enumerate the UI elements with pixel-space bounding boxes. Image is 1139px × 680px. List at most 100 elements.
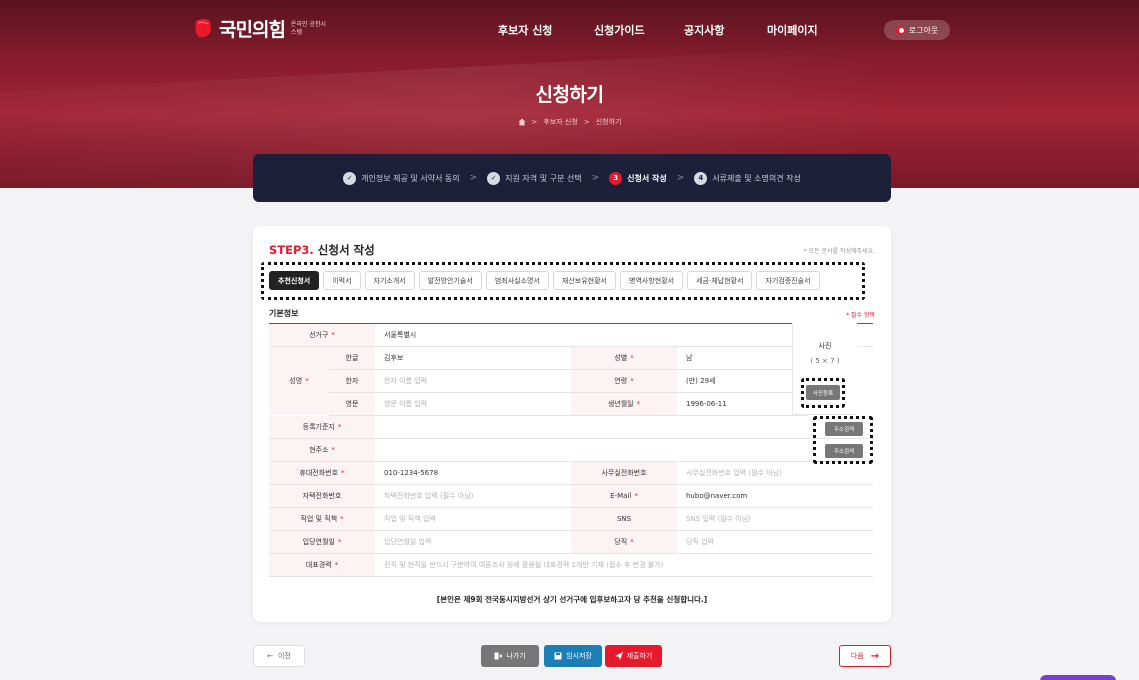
save-label: 임시저장: [566, 652, 592, 660]
document-tabs: 추천신청서 이력서 자기소개서 발전방안기술서 범죄사실소명서 재산보유현황서 …: [269, 271, 820, 290]
form-row-english: 영문 영문 이름 입력 생년월일 * 1996-06-11: [329, 393, 808, 416]
registered-label: 등록기준지 *: [269, 416, 375, 438]
form-row-address: 현주소 *: [269, 439, 873, 462]
step-number-badge: 4: [694, 171, 708, 185]
section-title: 기본정보: [269, 309, 299, 318]
step-label: 지원 자격 및 구분 선택: [505, 173, 582, 183]
office-input[interactable]: 사무실전화번호 입력 (필수 아님): [677, 462, 873, 484]
party-date-input[interactable]: 입당연월일 입력: [375, 531, 571, 553]
current-address-search-button[interactable]: 주소검색: [825, 444, 863, 458]
page-title: 신청하기: [535, 84, 604, 106]
site-logo[interactable]: 국민의힘 온라인 공천시스템: [193, 15, 331, 42]
declaration-text: [본인은 제9회 전국동시지방선거 상기 선거구에 입후보하고자 당 추천을 신…: [436, 595, 708, 604]
photo-size: ( 5 × 7 ): [810, 357, 840, 365]
tab-military[interactable]: 병역사항현황서: [620, 271, 684, 290]
photo-register-button[interactable]: 사진등록: [806, 385, 840, 400]
age-label: 연령 *: [571, 370, 677, 392]
sns-input[interactable]: SNS 입력 (필수 아님): [677, 508, 873, 530]
card-title: STEP3. 신청서 작성: [269, 242, 375, 258]
step-prefix: STEP3.: [269, 243, 314, 257]
hanja-input[interactable]: 한자 이름 입력: [375, 370, 571, 392]
tab-development-plan[interactable]: 발전방안기술서: [418, 271, 482, 290]
form-row-home: 자택전화번호 자택전화번호 입력 (필수 아님) E-Mail * hubo@na…: [269, 485, 873, 508]
application-card: STEP3. 신청서 작성 * 모든 문서를 작성해주세요. 추천신청서 이력서…: [253, 226, 891, 622]
chevron-right-icon: >: [469, 173, 478, 183]
tab-tax[interactable]: 세금·체납현황서: [687, 271, 753, 290]
submit-label: 제출하기: [626, 652, 653, 660]
form-row-hanja: 한자 한자 이름 입력 연령 * (만) 29세: [329, 370, 808, 393]
address-input[interactable]: [375, 439, 795, 461]
step-2: ✓ 지원 자격 및 구분 선택: [487, 171, 582, 185]
birth-value[interactable]: 1996-06-11: [677, 393, 808, 415]
name-label: 성명 *: [269, 347, 329, 415]
nav-notice[interactable]: 공지사항: [684, 22, 724, 38]
logo-subtitle: 온라인 공천시스템: [290, 20, 326, 36]
submit-button[interactable]: 제출하기: [605, 645, 662, 667]
step-label: 개인정보 제공 및 서약서 동의: [361, 173, 460, 183]
career-input[interactable]: 전직 및 현직을 반드시 구분하여 여론조사 등에 활용될 대표경력 1개만 기…: [375, 554, 873, 576]
nav-mypage[interactable]: 마이페이지: [767, 22, 818, 38]
breadcrumb-item[interactable]: 후보자 신청: [543, 117, 577, 127]
hangul-input[interactable]: 김후보: [375, 347, 571, 369]
form-row-party: 입당연월일 * 입당연월일 입력 당직 * 당직 입력: [269, 531, 873, 554]
english-label: 영문: [329, 393, 375, 415]
job-input[interactable]: 직업 및 직책 입력: [375, 508, 571, 530]
office-label: 사무실전화번호: [571, 462, 677, 484]
logout-label: 로그아웃: [908, 25, 939, 35]
party-role-input[interactable]: 당직 입력: [677, 531, 873, 553]
party-date-label: 입당연월일 *: [269, 531, 375, 553]
floating-chat-button[interactable]: [1040, 675, 1116, 680]
form-row-job: 직업 및 직책 * 직업 및 직책 입력 SNS SNS 입력 (필수 아님): [269, 508, 873, 531]
step-progress-bar: ✓ 개인정보 제공 및 서약서 동의 > ✓ 지원 자격 및 구분 선택 > 3…: [253, 154, 891, 202]
hanja-label: 한자: [329, 370, 375, 392]
tab-resume[interactable]: 이력서: [323, 271, 361, 290]
step-label: 신청서 작성: [627, 173, 667, 183]
english-input[interactable]: 영문 이름 입력: [375, 393, 571, 415]
arrow-left-icon: ←: [267, 652, 273, 660]
next-label: 다음: [850, 652, 864, 660]
temp-save-button[interactable]: 임시저장: [544, 645, 602, 667]
logout-button[interactable]: 로그아웃: [884, 20, 950, 40]
exit-button[interactable]: 나가기: [481, 645, 539, 667]
mobile-label: 휴대전화번호 *: [269, 462, 375, 484]
card-title-text: 신청서 작성: [313, 243, 375, 257]
chevron-right-icon: >: [676, 173, 685, 183]
tab-crime-explanation[interactable]: 범죄사실소명서: [485, 271, 549, 290]
tab-self-intro[interactable]: 자기소개서: [364, 271, 415, 290]
form-row-hangul: 한글 김후보 성별 * 남: [329, 347, 808, 370]
tab-self-verification[interactable]: 자기검증진술서: [756, 271, 820, 290]
next-button[interactable]: 다음 →: [839, 645, 891, 667]
mobile-input[interactable]: 010-1234-5678: [375, 462, 571, 484]
step-3: 3 신청서 작성: [609, 171, 667, 185]
gender-label: 성별 *: [571, 347, 677, 369]
email-input[interactable]: hubo@naver.com: [677, 485, 873, 507]
check-icon: ✓: [343, 171, 357, 185]
sns-label: SNS: [571, 508, 677, 530]
district-value[interactable]: 서울특별시: [375, 324, 808, 346]
home-input[interactable]: 자택전화번호 입력 (필수 아님): [375, 485, 571, 507]
nav-candidate-apply[interactable]: 후보자 신청: [498, 22, 552, 38]
basic-info-form: 선거구 * 서울특별시 성명 * 한글 김후보 성별 * 남 한자 한자 이름 입력 …: [269, 323, 873, 577]
card-note: * 모든 문서를 작성해주세요.: [803, 248, 875, 255]
tab-assets[interactable]: 재산보유현황서: [552, 271, 617, 290]
step-label: 서류제출 및 소명의견 작성: [712, 173, 801, 183]
save-icon: [554, 652, 562, 660]
form-row-district: 선거구 * 서울특별시: [269, 324, 873, 347]
registered-address-search-button[interactable]: 주소검색: [825, 422, 863, 436]
tab-recommendation[interactable]: 추천신청서: [269, 271, 320, 290]
gender-value[interactable]: 남: [677, 347, 808, 369]
chevron-right-icon: >: [583, 118, 590, 126]
home-icon[interactable]: [518, 118, 526, 126]
required-note: * 필수 항목: [846, 312, 875, 319]
party-role-label: 당직 *: [571, 531, 677, 553]
registered-input[interactable]: [375, 416, 795, 438]
prev-button[interactable]: ← 이전: [253, 645, 305, 667]
step-number-badge: 3: [609, 171, 623, 185]
exit-label: 나가기: [506, 652, 526, 660]
logo-title: 국민의힘: [219, 19, 286, 41]
breadcrumb: > 후보자 신청 > 신청하기: [0, 117, 1139, 127]
home-label: 자택전화번호: [269, 485, 375, 507]
form-row-mobile: 휴대전화번호 * 010-1234-5678 사무실전화번호 사무실전화번호 입력…: [269, 462, 873, 485]
career-label: 대표경력 *: [269, 554, 375, 576]
nav-guide[interactable]: 신청가이드: [594, 22, 645, 38]
